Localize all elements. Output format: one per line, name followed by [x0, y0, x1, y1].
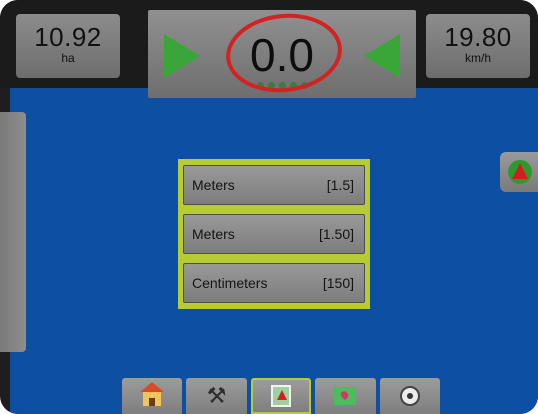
menu-item-meters-2[interactable]: Meters [1.50] [183, 214, 365, 254]
steer-right-arrow-icon [164, 34, 200, 78]
led-dot [289, 82, 297, 89]
menu-item-label: Meters [192, 226, 235, 242]
home-icon [140, 382, 165, 406]
guidance-icon [270, 385, 291, 407]
menu-item-meters-1[interactable]: Meters [1.5] [183, 165, 365, 205]
speed-value: 19.80 [444, 22, 512, 52]
area-display[interactable]: 10.92 ha [16, 14, 120, 78]
steer-left-arrow-icon [364, 34, 400, 78]
unit-selection-menu: Meters [1.5] Meters [1.50] Centimeters [… [178, 159, 370, 309]
speed-unit: km/h [464, 51, 491, 65]
menu-item-label: Centimeters [192, 275, 268, 291]
menu-item-value: [1.50] [318, 226, 354, 242]
tab-gauge[interactable] [379, 378, 440, 414]
led-dot [278, 82, 286, 89]
menu-item-value: [150] [322, 275, 354, 291]
menu-item-value: [1.5] [326, 177, 354, 193]
tab-guidance[interactable] [250, 378, 312, 414]
compass-icon [508, 160, 532, 184]
side-panel-handle[interactable] [0, 112, 26, 352]
console-screen: 10.92 ha 0.0 19.80 km/h Meters [1.5] Met… [0, 0, 538, 414]
cross-track-error: 0.0 [250, 29, 314, 81]
gauge-icon [399, 386, 420, 406]
led-dot [300, 82, 308, 89]
menu-item-centimeters[interactable]: Centimeters [150] [183, 263, 365, 303]
speed-display[interactable]: 19.80 km/h [426, 14, 530, 78]
tab-home[interactable] [122, 378, 183, 414]
bottom-tab-bar: ⚒ [122, 378, 444, 414]
menu-item-label: Meters [192, 177, 235, 193]
area-value: 10.92 [34, 22, 102, 52]
lightbar-panel: 0.0 [148, 8, 416, 98]
led-dot [267, 82, 275, 89]
tab-tools[interactable]: ⚒ [186, 378, 247, 414]
area-unit: ha [61, 51, 75, 65]
compass-button[interactable] [500, 152, 538, 192]
tools-icon: ⚒ [206, 383, 227, 408]
lightbar-leds [252, 82, 312, 90]
map-icon [334, 387, 357, 405]
led-dot [256, 82, 264, 89]
tab-map[interactable] [315, 378, 376, 414]
